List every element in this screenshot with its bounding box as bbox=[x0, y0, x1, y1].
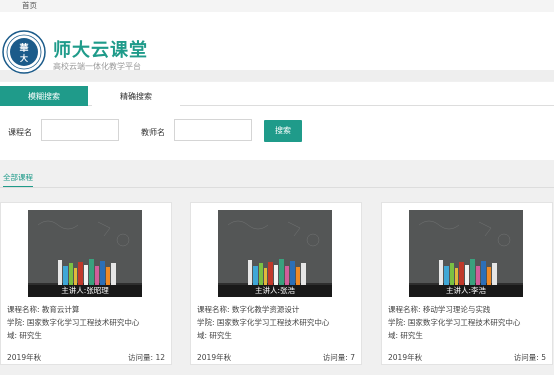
svg-text:華: 華 bbox=[19, 42, 28, 54]
field-value: 研究生 bbox=[19, 331, 42, 340]
course-list: 主讲人:张昭理 课程名称: 教育云计算 学院: 国家数字化学习工程技术研究中心 … bbox=[0, 202, 554, 375]
search-tabs: 模糊搜索 精确搜索 bbox=[0, 82, 554, 108]
views-key: 访问量: bbox=[322, 353, 348, 362]
search-button[interactable]: 搜索 bbox=[264, 120, 302, 142]
college-key: 学院: bbox=[388, 318, 406, 327]
lecturer-caption: 主讲人:李浩 bbox=[409, 285, 523, 297]
views-key: 访问量: bbox=[513, 353, 539, 362]
course-name-key: 课程名称: bbox=[388, 305, 421, 314]
views-value: 7 bbox=[350, 353, 355, 362]
view-count: 访问量: 7 bbox=[323, 352, 355, 363]
course-name-label: 课程名 bbox=[8, 128, 32, 137]
home-link[interactable]: 首页 bbox=[22, 0, 37, 11]
search-form: 课程名 教师名 搜索 bbox=[0, 106, 554, 160]
site-header: 華 大 师大云课堂 高校云端一体化教学平台 bbox=[0, 12, 554, 74]
lecturer-caption: 主讲人:张浩 bbox=[218, 285, 332, 297]
course-thumbnail[interactable]: 主讲人:张浩 bbox=[218, 210, 332, 297]
course-card[interactable]: 主讲人:张浩 课程名称: 数字化教学资源设计 学院: 国家数字化学习工程技术研究… bbox=[190, 202, 362, 365]
course-details: 课程名称: 移动学习理论与实践 学院: 国家数字化学习工程技术研究中心 域: 研… bbox=[388, 303, 520, 342]
course-section-header: 全部课程 bbox=[0, 171, 554, 191]
course-name[interactable]: 数字化教学资源设计 bbox=[232, 305, 300, 314]
views-value: 5 bbox=[541, 353, 546, 362]
college-name: 国家数字化学习工程技术研究中心 bbox=[26, 318, 140, 327]
top-nav-bar: 首页 bbox=[0, 0, 554, 12]
college-name: 国家数字化学习工程技术研究中心 bbox=[407, 318, 521, 327]
course-name[interactable]: 移动学习理论与实践 bbox=[423, 305, 491, 314]
course-name[interactable]: 教育云计算 bbox=[42, 305, 80, 314]
view-count: 访问量: 12 bbox=[128, 352, 165, 363]
teacher-name-label: 教师名 bbox=[141, 128, 165, 137]
course-name-input[interactable] bbox=[41, 119, 119, 141]
view-count: 访问量: 5 bbox=[514, 352, 546, 363]
course-thumbnail[interactable]: 主讲人:李浩 bbox=[409, 210, 523, 297]
teacher-name-input[interactable] bbox=[174, 119, 252, 141]
course-name-key: 课程名称: bbox=[7, 305, 40, 314]
course-name-key: 课程名称: bbox=[197, 305, 230, 314]
course-card[interactable]: 主讲人:张昭理 课程名称: 教育云计算 学院: 国家数字化学习工程技术研究中心 … bbox=[0, 202, 172, 365]
field-value: 研究生 bbox=[400, 331, 423, 340]
field-key: 域: bbox=[7, 331, 18, 340]
field-key: 域: bbox=[197, 331, 208, 340]
views-value: 12 bbox=[155, 353, 165, 362]
divider bbox=[0, 160, 554, 171]
course-term: 2019年秋 bbox=[388, 353, 423, 362]
college-key: 学院: bbox=[197, 318, 215, 327]
course-thumbnail[interactable]: 主讲人:张昭理 bbox=[28, 210, 142, 297]
course-term: 2019年秋 bbox=[197, 353, 232, 362]
course-details: 课程名称: 教育云计算 学院: 国家数字化学习工程技术研究中心 域: 研究生 bbox=[7, 303, 139, 342]
svg-text:大: 大 bbox=[20, 53, 28, 63]
site-title[interactable]: 师大云课堂 bbox=[53, 36, 148, 62]
course-card[interactable]: 主讲人:李浩 课程名称: 移动学习理论与实践 学院: 国家数字化学习工程技术研究… bbox=[381, 202, 553, 365]
site-subtitle: 高校云端一体化教学平台 bbox=[53, 62, 141, 71]
divider bbox=[0, 187, 554, 188]
tab-exact-search[interactable]: 精确搜索 bbox=[92, 86, 180, 108]
field-key: 域: bbox=[388, 331, 399, 340]
college-key: 学院: bbox=[7, 318, 25, 327]
course-details: 课程名称: 数字化教学资源设计 学院: 国家数字化学习工程技术研究中心 域: 研… bbox=[197, 303, 329, 342]
course-term: 2019年秋 bbox=[7, 353, 42, 362]
tab-fuzzy-search[interactable]: 模糊搜索 bbox=[0, 86, 88, 108]
college-name: 国家数字化学习工程技术研究中心 bbox=[216, 318, 330, 327]
field-value: 研究生 bbox=[209, 331, 232, 340]
views-key: 访问量: bbox=[128, 353, 154, 362]
lecturer-caption: 主讲人:张昭理 bbox=[28, 285, 142, 297]
university-logo-icon[interactable]: 華 大 bbox=[2, 30, 46, 74]
tab-all-courses[interactable]: 全部课程 bbox=[3, 172, 33, 188]
